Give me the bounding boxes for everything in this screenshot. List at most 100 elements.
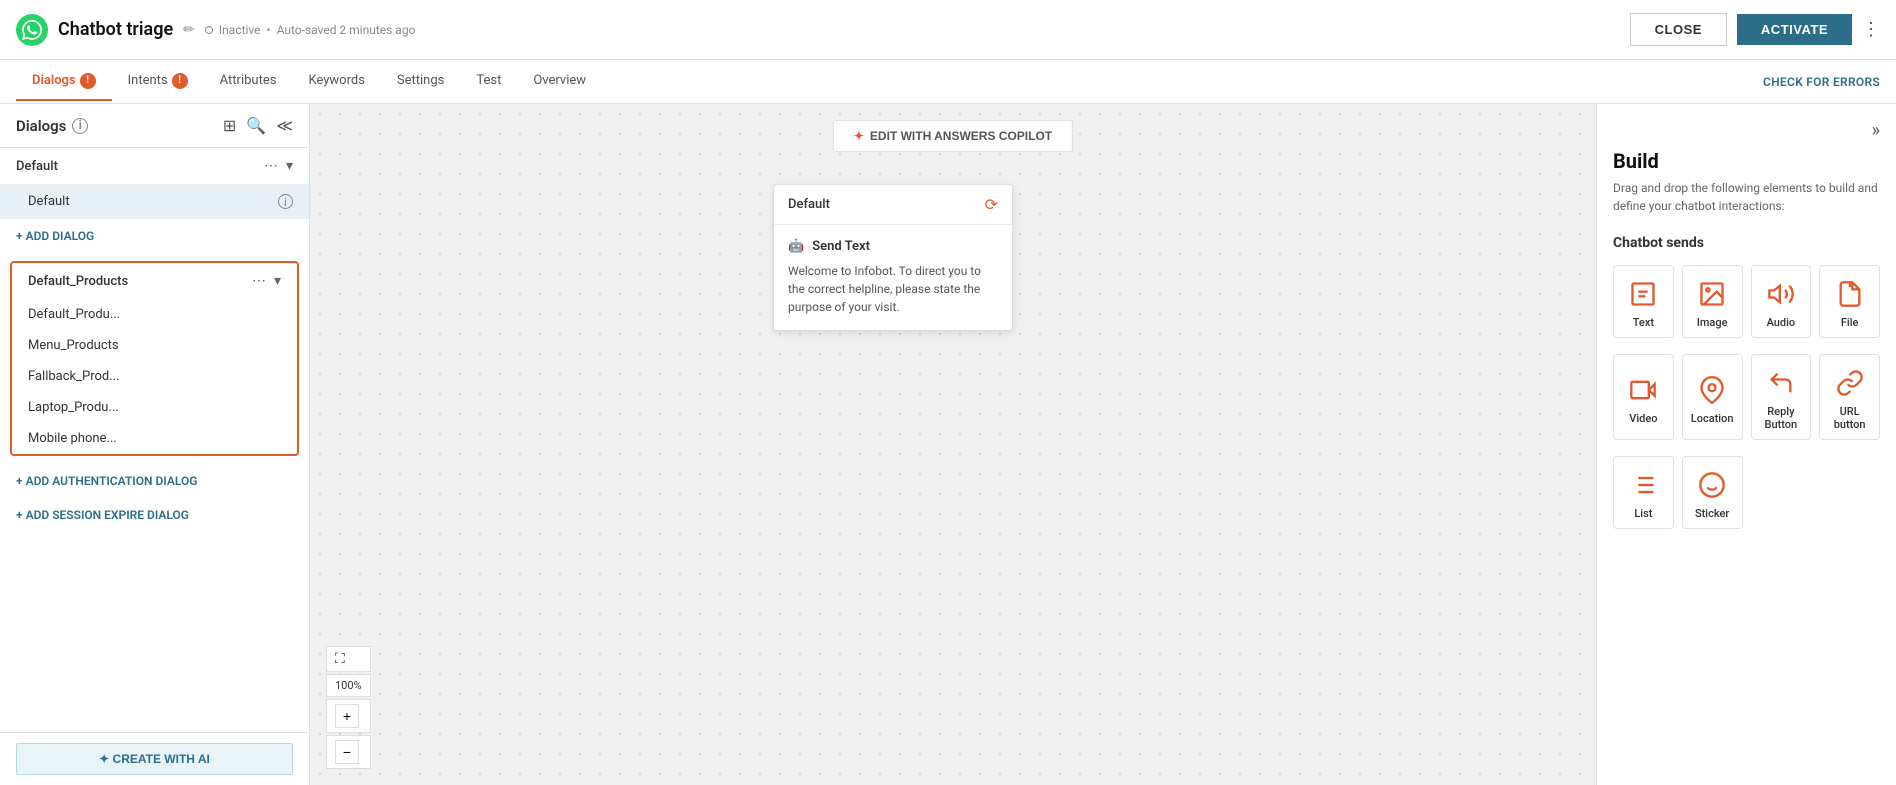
reply-button-icon: [1765, 367, 1797, 399]
panel-collapse: »: [1613, 120, 1880, 141]
group-default-label: Default: [16, 159, 58, 174]
canvas-control-plus: +: [326, 699, 371, 733]
add-auth-dialog-button[interactable]: + ADD AUTHENTICATION DIALOG: [0, 464, 309, 498]
file-icon: [1834, 278, 1866, 310]
sidebar-item-default[interactable]: Default i: [0, 184, 309, 219]
list-icon: [1627, 469, 1659, 501]
main-layout: Dialogs i ⊞ 🔍 ≪ Default ⋯ ▾ Default: [0, 104, 1896, 785]
sticker-icon: [1696, 469, 1728, 501]
text-icon: [1627, 278, 1659, 310]
dialog-node: Default ⟳ 🤖 Send Text Welcome to Infobot…: [773, 184, 1013, 331]
header-meta: Inactive • Auto-saved 2 minutes ago: [205, 23, 416, 37]
build-item-reply-button[interactable]: Reply Button: [1751, 354, 1812, 440]
build-panel: » Build Drag and drop the following elem…: [1596, 104, 1896, 785]
app-title: Chatbot triage: [58, 19, 173, 40]
dot-separator: •: [267, 23, 271, 37]
dialog-node-header: Default ⟳: [774, 185, 1012, 225]
build-item-video[interactable]: Video: [1613, 354, 1674, 440]
image-icon: [1696, 278, 1728, 310]
check-errors-button[interactable]: CHECK FOR ERRORS: [1763, 75, 1880, 89]
whatsapp-icon: [16, 14, 48, 46]
tab-keywords[interactable]: Keywords: [292, 63, 380, 101]
group-products-label: Default_Products: [28, 274, 128, 289]
canvas: ✦ EDIT WITH ANSWERS COPILOT Default ⟳ 🤖 …: [310, 104, 1596, 785]
tab-settings[interactable]: Settings: [381, 63, 460, 101]
video-label: Video: [1629, 412, 1657, 425]
copilot-icon: ✦: [854, 129, 864, 143]
nav-tabs: Dialogs ! Intents ! Attributes Keywords …: [0, 60, 1896, 104]
panel-title: Build: [1613, 149, 1880, 173]
copilot-label: EDIT WITH ANSWERS COPILOT: [870, 129, 1052, 143]
build-grid-row2: Video Location Reply Button: [1613, 354, 1880, 440]
copilot-button[interactable]: ✦ EDIT WITH ANSWERS COPILOT: [833, 120, 1073, 152]
sidebar-item-laptop-produ[interactable]: Laptop_Produ...: [12, 392, 297, 423]
build-item-location[interactable]: Location: [1682, 354, 1743, 440]
zoom-in-button[interactable]: +: [335, 704, 359, 728]
group-products-header: Default_Products ⋯ ▾: [12, 263, 297, 299]
grid-icon[interactable]: ⊞: [223, 116, 236, 135]
sidebar-title-icons: ⊞ 🔍 ≪: [223, 116, 293, 135]
sidebar-item-default-produ[interactable]: Default_Produ...: [12, 299, 297, 330]
nav-tabs-left: Dialogs ! Intents ! Attributes Keywords …: [16, 63, 602, 101]
sidebar-title: Dialogs i: [16, 117, 88, 135]
canvas-control-zoom: 100%: [326, 674, 371, 697]
sidebar-item-menu-products[interactable]: Menu_Products: [12, 330, 297, 361]
build-item-audio[interactable]: Audio: [1751, 265, 1812, 338]
add-session-dialog-button[interactable]: + ADD SESSION EXPIRE DIALOG: [0, 498, 309, 532]
build-item-image[interactable]: Image: [1682, 265, 1743, 338]
canvas-controls: ⛶ 100% + −: [326, 646, 371, 769]
sidebar-item-mobile-phone[interactable]: Mobile phone...: [12, 423, 297, 454]
inactive-dot: [205, 26, 213, 34]
tab-attributes[interactable]: Attributes: [204, 63, 293, 101]
dialog-node-title: Default: [788, 197, 830, 212]
header-left: Chatbot triage ✏ Inactive • Auto-saved 2…: [16, 14, 415, 46]
sidebar-item-fallback-prod[interactable]: Fallback_Prod...: [12, 361, 297, 392]
build-item-sticker[interactable]: Sticker: [1682, 456, 1743, 529]
create-ai-button[interactable]: ✦ CREATE WITH AI: [16, 743, 293, 775]
sidebar-scrollable: Default ⋯ ▾ Default i + ADD DIALOG Defau…: [0, 148, 309, 732]
audio-label: Audio: [1767, 316, 1796, 329]
tab-test[interactable]: Test: [460, 63, 517, 101]
sync-icon[interactable]: ⟳: [985, 195, 998, 214]
panel-collapse-icon[interactable]: »: [1872, 120, 1880, 141]
group-products-more[interactable]: ⋯: [252, 273, 266, 289]
group-default-expand[interactable]: ▾: [286, 158, 293, 174]
group-default-products: Default_Products ⋯ ▾ Default_Produ... Me…: [10, 261, 299, 456]
tab-dialogs[interactable]: Dialogs !: [16, 63, 112, 101]
add-dialog-button[interactable]: + ADD DIALOG: [0, 219, 309, 253]
audio-icon: [1765, 278, 1797, 310]
send-text-label: Send Text: [812, 239, 870, 254]
image-label: Image: [1697, 316, 1728, 329]
group-products-items: Default_Produ... Menu_Products Fallback_…: [12, 299, 297, 454]
group-products-expand[interactable]: ▾: [274, 273, 281, 289]
search-icon[interactable]: 🔍: [246, 116, 266, 135]
tab-overview[interactable]: Overview: [517, 63, 602, 101]
send-text-card: 🤖 Send Text Welcome to Infobot. To direc…: [774, 225, 1012, 330]
video-icon: [1627, 374, 1659, 406]
text-label: Text: [1633, 316, 1654, 329]
fullscreen-icon[interactable]: ⛶: [335, 651, 345, 667]
canvas-control-fullscreen: ⛶: [326, 646, 371, 672]
activate-button[interactable]: ACTIVATE: [1737, 14, 1852, 45]
location-label: Location: [1691, 412, 1734, 425]
close-button[interactable]: CLOSE: [1630, 13, 1727, 46]
build-item-file[interactable]: File: [1819, 265, 1880, 338]
info-circle-icon: i: [278, 194, 293, 209]
zoom-out-button[interactable]: −: [335, 740, 359, 764]
collapse-icon[interactable]: ≪: [276, 116, 293, 135]
build-item-url-button[interactable]: URL button: [1819, 354, 1880, 440]
dialogs-warn-badge: !: [80, 73, 96, 89]
build-item-text[interactable]: Text: [1613, 265, 1674, 338]
autosave-label: Auto-saved 2 minutes ago: [277, 23, 416, 37]
group-default-more[interactable]: ⋯: [264, 158, 278, 174]
canvas-top-bar: ✦ EDIT WITH ANSWERS COPILOT: [833, 120, 1073, 152]
tab-intents[interactable]: Intents !: [112, 63, 204, 101]
top-header: Chatbot triage ✏ Inactive • Auto-saved 2…: [0, 0, 1896, 60]
file-label: File: [1841, 316, 1859, 329]
more-icon[interactable]: ⋮: [1862, 19, 1880, 40]
list-label: List: [1634, 507, 1652, 520]
send-text-icon: 🤖: [788, 239, 804, 254]
edit-icon[interactable]: ✏: [183, 22, 195, 38]
build-item-list[interactable]: List: [1613, 456, 1674, 529]
group-default: Default ⋯ ▾: [0, 148, 309, 184]
